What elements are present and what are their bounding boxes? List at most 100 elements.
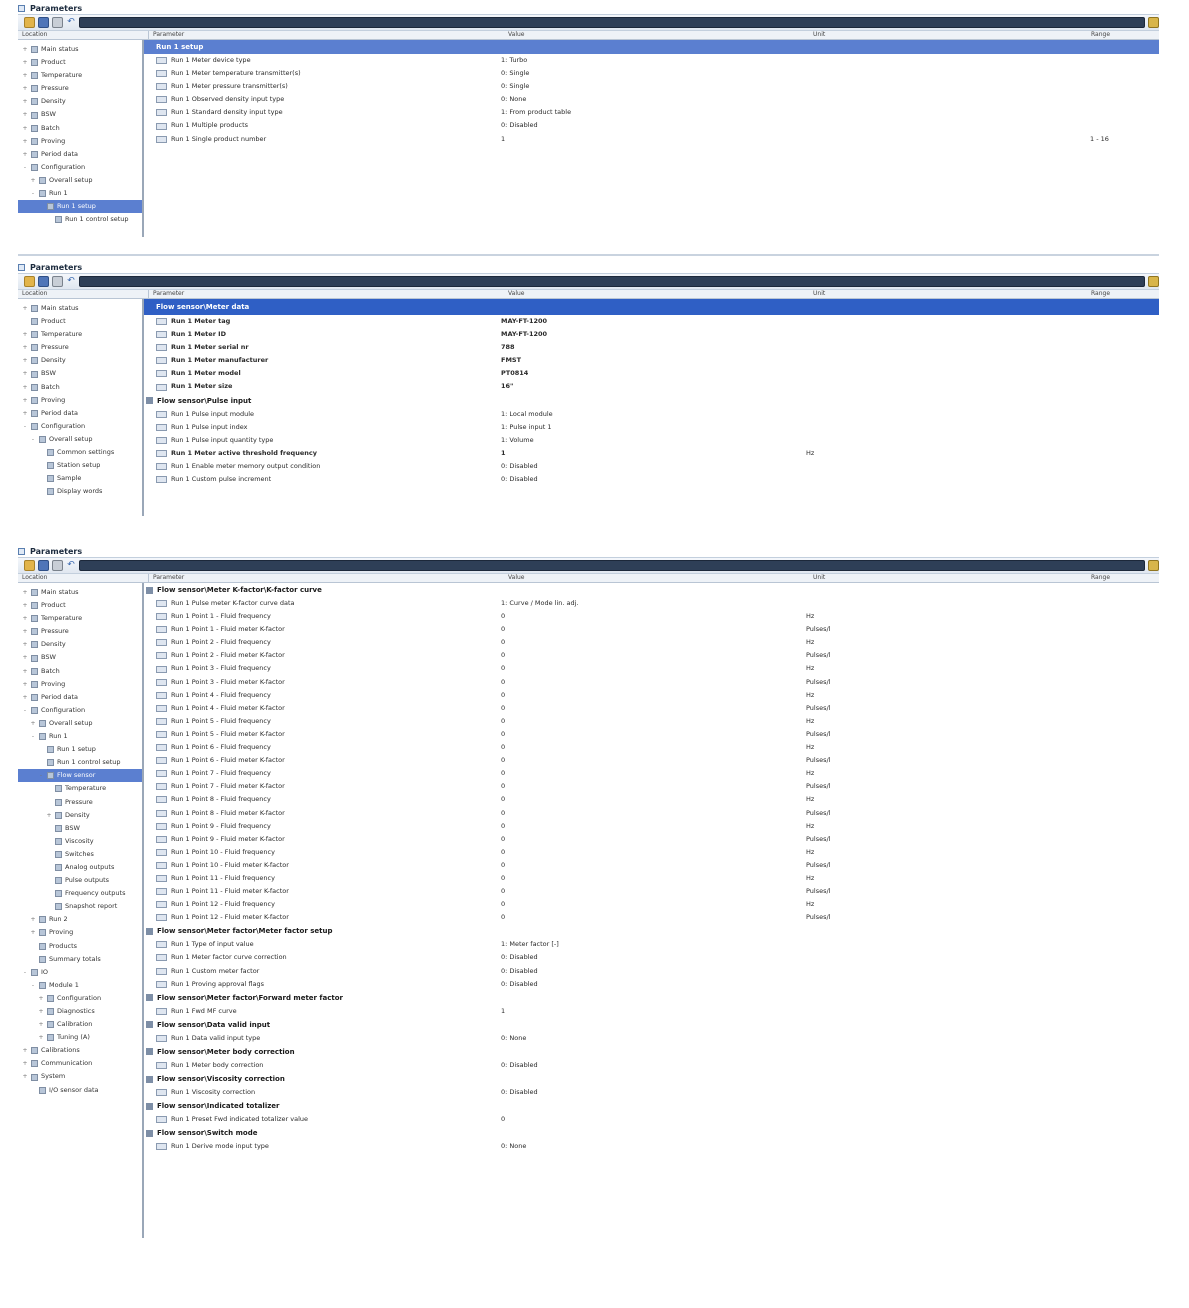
tree-expander-icon[interactable]: + bbox=[22, 302, 28, 315]
table-row[interactable]: Run 1 Custom pulse increment 0: Disabled bbox=[144, 473, 1159, 486]
tree-item[interactable]: Common settings bbox=[18, 446, 142, 459]
table-row[interactable]: Run 1 Point 9 - Fluid frequency 0 Hz bbox=[144, 820, 1159, 833]
table-row[interactable]: Run 1 Proving approval flags 0: Disabled bbox=[144, 978, 1159, 991]
table-row[interactable]: Run 1 Pulse meter K-factor curve data 1: … bbox=[144, 597, 1159, 610]
tree-expander-icon[interactable]: + bbox=[22, 135, 28, 148]
tree-expander-icon[interactable]: + bbox=[38, 1018, 44, 1031]
tree-expander-icon[interactable]: - bbox=[22, 966, 28, 979]
tree-expander-icon[interactable]: + bbox=[22, 354, 28, 367]
tree-expander-icon[interactable]: + bbox=[22, 69, 28, 82]
tree-item[interactable]: + Main status bbox=[18, 43, 142, 56]
group-header[interactable]: Flow sensor\Pulse input bbox=[144, 394, 1159, 408]
group-header[interactable]: Flow sensor\Data valid input bbox=[144, 1018, 1159, 1032]
tree-item[interactable]: + Temperature bbox=[18, 328, 142, 341]
tree-expander-icon[interactable]: + bbox=[22, 691, 28, 704]
tree-item[interactable]: Display words bbox=[18, 485, 142, 498]
tree-item[interactable]: + Calibrations bbox=[18, 1044, 142, 1057]
table-row[interactable]: Run 1 Meter model PT0814 bbox=[144, 367, 1159, 380]
open-folder-icon[interactable] bbox=[24, 17, 35, 28]
column-header-unit[interactable]: Unit bbox=[813, 31, 1091, 39]
value-cell[interactable]: 0 bbox=[501, 780, 806, 793]
table-row[interactable]: Run 1 Pulse input module 1: Local module bbox=[144, 408, 1159, 421]
table-row[interactable]: Run 1 Point 11 - Fluid frequency 0 Hz bbox=[144, 872, 1159, 885]
filter-icon[interactable] bbox=[1148, 276, 1159, 287]
tree-expander-icon[interactable]: + bbox=[22, 56, 28, 69]
value-cell[interactable]: 0 bbox=[501, 610, 806, 623]
tree-item[interactable]: - Configuration bbox=[18, 420, 142, 433]
tree-expander-icon[interactable]: - bbox=[30, 433, 36, 446]
column-header-value[interactable]: Value bbox=[508, 290, 813, 298]
table-row[interactable]: Run 1 Custom meter factor 0: Disabled bbox=[144, 965, 1159, 978]
table-row[interactable]: Run 1 Point 7 - Fluid meter K-factor 0 Pul… bbox=[144, 780, 1159, 793]
tree-expander-icon[interactable]: + bbox=[22, 394, 28, 407]
tree-item[interactable]: + Tuning (A) bbox=[18, 1031, 142, 1044]
table-row[interactable]: Run 1 Fwd MF curve 1 bbox=[144, 1005, 1159, 1018]
column-header-range[interactable]: Range bbox=[1091, 290, 1159, 298]
value-cell[interactable]: 0: None bbox=[501, 93, 806, 106]
tree-item[interactable]: + Proving bbox=[18, 135, 142, 148]
value-cell[interactable]: 1: Turbo bbox=[501, 54, 806, 67]
value-cell[interactable]: 0 bbox=[501, 636, 806, 649]
value-cell[interactable]: 0: Disabled bbox=[501, 1086, 806, 1099]
tree-item[interactable]: Station setup bbox=[18, 459, 142, 472]
value-cell[interactable]: 0 bbox=[501, 846, 806, 859]
table-row[interactable]: Run 1 Meter manufacturer FMST bbox=[144, 354, 1159, 367]
table-row[interactable]: Run 1 Point 10 - Fluid frequency 0 Hz bbox=[144, 846, 1159, 859]
tree-expander-icon[interactable]: + bbox=[30, 717, 36, 730]
value-cell[interactable]: 0 bbox=[501, 1113, 806, 1126]
value-cell[interactable]: 0 bbox=[501, 859, 806, 872]
open-folder-icon[interactable] bbox=[24, 276, 35, 287]
column-header-location[interactable]: Location bbox=[18, 574, 149, 582]
tree-item[interactable]: + Proving bbox=[18, 926, 142, 939]
tree-item[interactable]: - Configuration bbox=[18, 161, 142, 174]
tree-item[interactable]: + Batch bbox=[18, 122, 142, 135]
column-header-parameter[interactable]: Parameter bbox=[149, 31, 508, 39]
tree-item[interactable]: + Proving bbox=[18, 394, 142, 407]
tree-expander-icon[interactable]: + bbox=[22, 328, 28, 341]
value-cell[interactable]: 0: Disabled bbox=[501, 473, 806, 486]
value-cell[interactable]: 16" bbox=[501, 380, 806, 393]
tree-item[interactable]: + System bbox=[18, 1070, 142, 1083]
tree-expander-icon[interactable]: + bbox=[22, 1070, 28, 1083]
table-row[interactable]: Run 1 Point 7 - Fluid frequency 0 Hz bbox=[144, 767, 1159, 780]
value-cell[interactable]: 0: Disabled bbox=[501, 951, 806, 964]
tree-expander-icon[interactable]: - bbox=[22, 161, 28, 174]
value-cell[interactable]: 0 bbox=[501, 767, 806, 780]
table-row[interactable]: Run 1 Pulse input quantity type 1: Volume bbox=[144, 434, 1159, 447]
tree-item[interactable]: Analog outputs bbox=[18, 861, 142, 874]
tree-item[interactable]: Frequency outputs bbox=[18, 887, 142, 900]
tree-item[interactable]: + BSW bbox=[18, 367, 142, 380]
value-cell[interactable]: 0: Single bbox=[501, 67, 806, 80]
value-cell[interactable]: 1: Pulse input 1 bbox=[501, 421, 806, 434]
table-row[interactable]: Run 1 Point 1 - Fluid frequency 0 Hz bbox=[144, 610, 1159, 623]
table-row[interactable]: Run 1 Meter temperature transmitter(s) 0:… bbox=[144, 67, 1159, 80]
tree-expander-icon[interactable]: + bbox=[22, 108, 28, 121]
tree-item[interactable]: I/O sensor data bbox=[18, 1084, 142, 1097]
table-row[interactable]: Run 1 Point 6 - Fluid meter K-factor 0 Pul… bbox=[144, 754, 1159, 767]
table-row[interactable]: Run 1 Meter tag MAY-FT-1200 bbox=[144, 315, 1159, 328]
value-cell[interactable]: 0 bbox=[501, 872, 806, 885]
tree-item[interactable]: + BSW bbox=[18, 651, 142, 664]
value-cell[interactable]: 0 bbox=[501, 649, 806, 662]
tree-expander-icon[interactable]: + bbox=[46, 809, 52, 822]
tree-expander-icon[interactable]: + bbox=[22, 612, 28, 625]
tree-item[interactable]: Product bbox=[18, 315, 142, 328]
table-row[interactable]: Run 1 Preset Fwd indicated totalizer val… bbox=[144, 1113, 1159, 1126]
tree-item[interactable]: + Diagnostics bbox=[18, 1005, 142, 1018]
table-row[interactable]: Run 1 Type of input value 1: Meter factor… bbox=[144, 938, 1159, 951]
tree-item[interactable]: + Pressure bbox=[18, 625, 142, 638]
tree-item[interactable]: - Flow sensor bbox=[18, 769, 142, 783]
table-row[interactable]: Run 1 Meter size 16" bbox=[144, 380, 1159, 393]
value-cell[interactable]: 1: Meter factor [-] bbox=[501, 938, 806, 951]
value-cell[interactable]: 0: Disabled bbox=[501, 1059, 806, 1072]
filter-icon[interactable] bbox=[1148, 560, 1159, 571]
value-cell[interactable]: 1: Curve / Mode lin. adj. bbox=[501, 597, 806, 610]
value-cell[interactable]: 0 bbox=[501, 807, 806, 820]
tree-item[interactable]: + Period data bbox=[18, 407, 142, 420]
tree-item[interactable]: + Period data bbox=[18, 148, 142, 161]
table-row[interactable]: Run 1 Point 3 - Fluid frequency 0 Hz bbox=[144, 662, 1159, 675]
tree-item[interactable]: Temperature bbox=[18, 782, 142, 795]
tree-item[interactable]: Products bbox=[18, 940, 142, 953]
value-cell[interactable]: 0: Disabled bbox=[501, 460, 806, 473]
table-row[interactable]: Run 1 Meter device type 1: Turbo bbox=[144, 54, 1159, 67]
